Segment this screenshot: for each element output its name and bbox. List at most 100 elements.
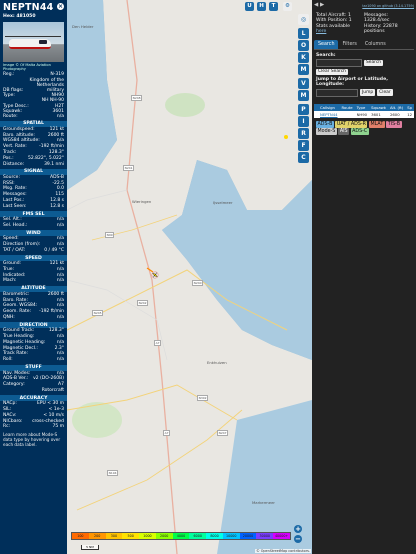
map-attribution[interactable]: © OpenStreetMap contributors. [255, 549, 311, 553]
table-cell: 12 [405, 110, 415, 118]
settings-gear-icon[interactable]: ⚙ [283, 2, 292, 11]
toggle-button-l[interactable]: L [298, 28, 309, 39]
detail-key: Type: [3, 93, 15, 99]
table-cell: NH90 [354, 110, 370, 118]
search-input[interactable] [316, 59, 362, 68]
toggle-button-o[interactable]: O [298, 40, 309, 51]
toggle-button-u[interactable]: U [245, 2, 254, 11]
info-value: Rotorcraft [41, 387, 64, 393]
legend-segment: 10000 [222, 533, 240, 539]
close-icon[interactable]: × [57, 3, 64, 10]
tab-search[interactable]: Search [314, 39, 339, 49]
place-label: Wieringen [132, 199, 152, 204]
info-key[interactable]: Distance: [3, 162, 24, 168]
jump-input[interactable] [316, 88, 358, 97]
column-header[interactable]: Type [354, 103, 370, 111]
sidebar: ◀ ▶ tar1090 on github (3.14.1759) Total … [312, 0, 416, 554]
detail-row: Route: n/a [0, 114, 67, 119]
info-value: n/a [56, 222, 64, 228]
road-tag: N248 [131, 95, 143, 101]
jump-label: Jump to Airport or Latitude, Longitude: [316, 77, 388, 88]
history-count: History: 22878 positions [364, 23, 398, 35]
info-key[interactable]: Roll: [3, 357, 13, 363]
detail-value: n/a [56, 114, 64, 120]
column-header[interactable]: Route [339, 103, 355, 111]
zoom-in-button[interactable]: + [294, 525, 302, 533]
info-key[interactable]: Rc: [3, 424, 10, 430]
info-row: Roll: n/a [0, 357, 67, 363]
info-key[interactable]: Sel. Head.: [3, 223, 27, 229]
zoom-out-button[interactable]: − [294, 535, 302, 543]
place-label: Den Helder [72, 24, 94, 29]
info-key[interactable]: Category: [3, 382, 25, 388]
road-tag: N241 [123, 165, 135, 171]
photo-rotor [5, 36, 61, 37]
toggle-button-r[interactable]: R [298, 128, 309, 139]
info-key[interactable]: QNH: [3, 315, 15, 321]
legend-segment: 20000 [239, 533, 257, 539]
info-key[interactable]: TAT / OAT: [3, 248, 25, 254]
info-value: 75 m [52, 424, 64, 430]
info-row: TAT / OAT: 0 / 49 °C [0, 248, 67, 254]
legend-segment: 30000 [256, 533, 274, 539]
info-value: n/a [56, 278, 64, 284]
column-header[interactable]: Callsign [318, 103, 340, 111]
jump-button[interactable]: Jump [360, 89, 376, 96]
column-header[interactable]: Alt. (ft) [387, 103, 406, 111]
info-key[interactable]: Last Seen: [3, 204, 27, 210]
road-tag: N240 [192, 280, 204, 286]
clear-search-button[interactable]: Clear Search [316, 68, 348, 76]
info-value: 0 / 49 °C [44, 247, 64, 253]
source-badge: MLAT [368, 120, 385, 128]
info-header: NEPTN44 Hex: 481050 × [0, 0, 67, 20]
info-row: Distance: 39.1 nmi [0, 162, 67, 168]
map-view[interactable]: Wieringen Den Helder Enkhuizen Markermee… [67, 0, 312, 554]
source-badge: UAT / ADS-R [335, 120, 368, 128]
legend-segment: 200 [88, 533, 106, 539]
toggle-button-k[interactable]: K [298, 52, 309, 63]
toggle-button-c[interactable]: C [298, 152, 309, 163]
footer-note: Learn more about Mode-S data type by hov… [3, 432, 61, 448]
legend-segment: 300 [105, 533, 123, 539]
road-tag: A7 [154, 340, 162, 346]
info-row: Mach: n/a [0, 278, 67, 284]
legend-segment: 8000 [206, 533, 223, 539]
stats-link[interactable]: here [316, 29, 364, 34]
collapse-sidebar-icon[interactable]: ◀ ▶ [314, 2, 324, 8]
toggle-button-m[interactable]: M [298, 64, 309, 75]
source-badge: Mode-S [316, 127, 337, 135]
green-area [165, 93, 205, 117]
column-header[interactable]: Sp [405, 103, 415, 111]
map-canvas[interactable] [67, 0, 312, 554]
clear-jump-button[interactable]: Clear [377, 89, 393, 96]
aircraft-photo[interactable] [3, 22, 64, 62]
toggle-button-h[interactable]: H [257, 2, 266, 11]
table-row[interactable]: NEPTN44 NH90 3601 2600 12 [314, 110, 415, 118]
search-button[interactable]: Search [364, 59, 384, 67]
toggle-button-t[interactable]: T [269, 2, 278, 11]
place-label: Enkhuizen [207, 360, 227, 365]
receiver-marker [284, 135, 288, 139]
photo-credit[interactable]: Image © Of Malta Aviation Photography [0, 62, 67, 72]
toggle-button-i[interactable]: I [298, 116, 309, 127]
toggle-button-f[interactable]: F [298, 140, 309, 151]
table-cell [339, 110, 355, 118]
toggle-button-m2[interactable]: M [298, 90, 309, 101]
road-tag: N245 [92, 310, 104, 316]
place-label: IJsselmeer [213, 200, 233, 205]
info-row: Last Seen: 12.8 s [0, 204, 67, 210]
table-cell[interactable]: NEPTN44 [318, 110, 340, 118]
toggle-button-v[interactable]: V [298, 78, 309, 89]
road-tag: A7 [163, 430, 171, 436]
place-label: Markermeer [252, 500, 275, 505]
altitude-legend: 100 200 300 500 1000 2000 4000 6000 8000 10000 200… [71, 532, 291, 540]
layers-icon[interactable]: ◎ [298, 14, 309, 25]
tab-columns[interactable]: Columns [361, 40, 390, 49]
info-key[interactable]: Mach: [3, 278, 16, 284]
column-header[interactable]: Squawk [369, 103, 388, 111]
selected-hex: Hex: 481050 [3, 14, 36, 19]
toggle-button-p[interactable]: P [298, 104, 309, 115]
tab-filters[interactable]: Filters [338, 40, 360, 49]
version-link[interactable]: tar1090 on github (3.14.1759) [362, 4, 414, 8]
info-row: QNH: n/a [0, 315, 67, 321]
